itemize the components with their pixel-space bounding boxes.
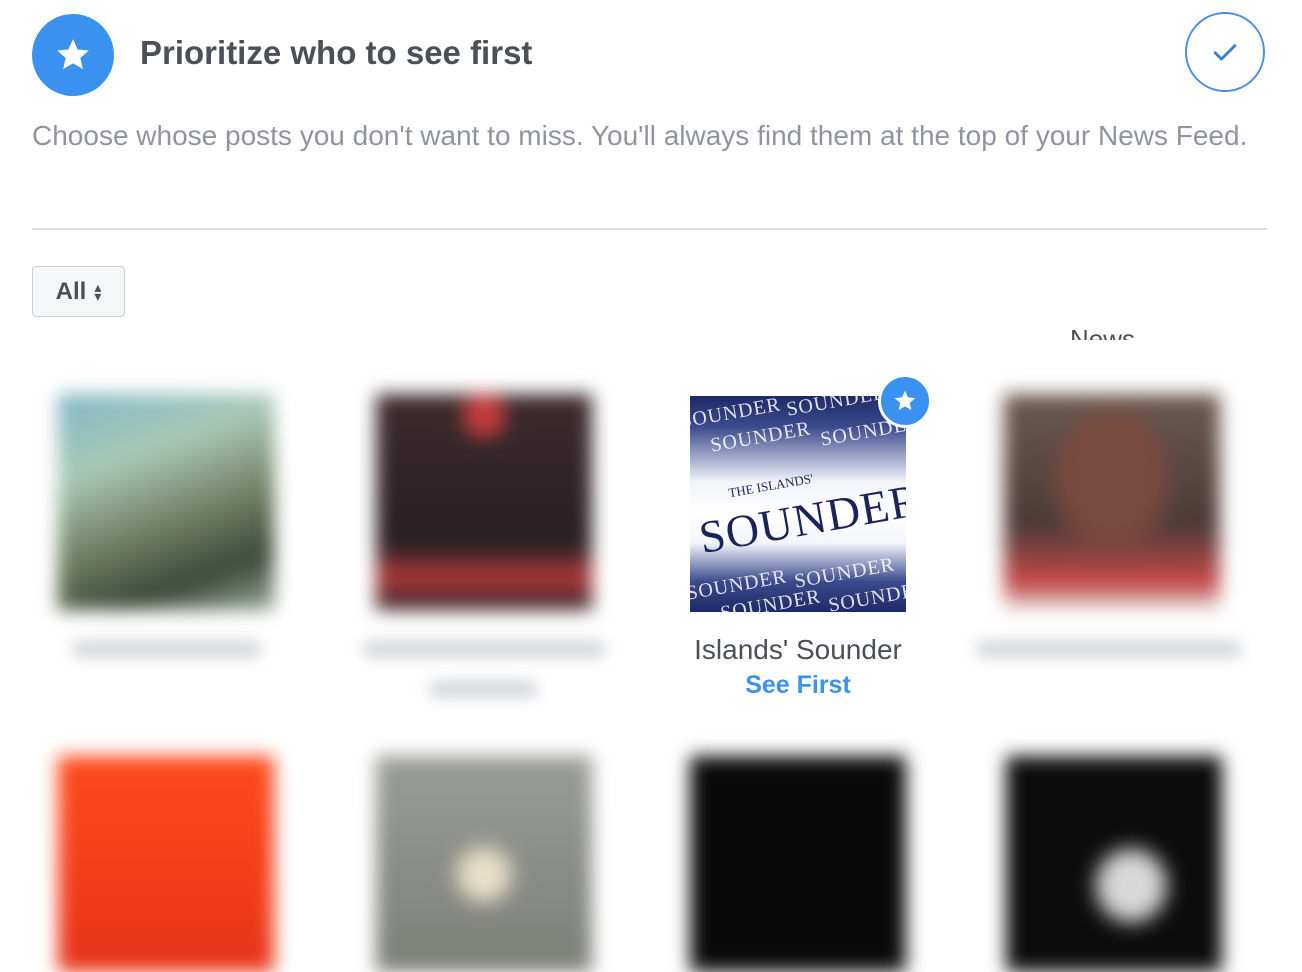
filter-selected-label: All <box>55 277 87 305</box>
page-title: Prioritize who to see first <box>140 34 533 71</box>
page-tile-6[interactable] <box>376 756 592 972</box>
page-tile-4[interactable] <box>1004 394 1220 610</box>
page-tile-4-label <box>976 640 1242 658</box>
page-name: Islands' Sounder <box>694 634 902 665</box>
page-tile-2-label-line2 <box>428 680 538 698</box>
page-tile-2-label <box>362 640 606 658</box>
cutoff-label: News <box>1070 324 1136 340</box>
see-first-star-icon <box>878 374 932 428</box>
updown-arrows-icon: ▴ ▾ <box>94 278 102 304</box>
page-tile-1-label <box>72 640 262 658</box>
page-description: Choose whose posts you don't want to mis… <box>32 120 1248 151</box>
see-first-status[interactable]: See First <box>640 671 956 700</box>
page-tile-8[interactable] <box>1006 756 1222 972</box>
divider <box>32 228 1267 230</box>
page-tile-5[interactable] <box>58 756 274 972</box>
page-tile-1[interactable] <box>58 394 274 610</box>
done-button[interactable] <box>1185 12 1265 92</box>
page-tile-2[interactable] <box>376 394 592 610</box>
checkmark-icon <box>1213 44 1237 61</box>
sounder-logo-image[interactable]: SOUNDER SOUNDER SOUNDER SOUNDER SOUNDER … <box>690 396 906 612</box>
filter-dropdown[interactable]: All ▴ ▾ <box>32 266 125 317</box>
page-tile-7[interactable] <box>690 756 906 972</box>
prioritize-star-icon <box>32 14 114 96</box>
